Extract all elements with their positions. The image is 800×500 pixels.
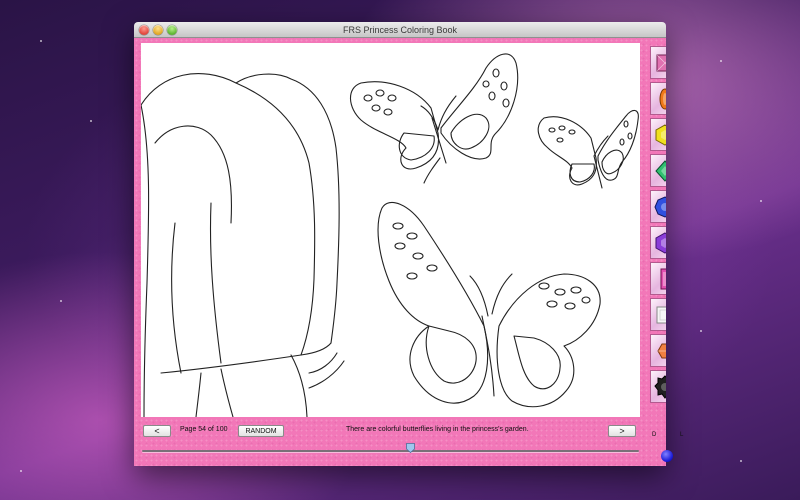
title-bar[interactable]: FRS Princess Coloring Book xyxy=(134,22,666,38)
page-slider-track[interactable] xyxy=(142,450,639,452)
color-swatch-purple[interactable] xyxy=(650,226,666,259)
peach-gem-icon xyxy=(657,343,666,358)
yellow-gem-icon xyxy=(655,123,666,146)
color-swatch-pink[interactable] xyxy=(650,46,666,79)
coloring-page-drawing[interactable] xyxy=(141,43,640,417)
color-swatch-peach[interactable] xyxy=(650,334,666,367)
page-slider-thumb[interactable] xyxy=(405,443,415,453)
color-swatch-magenta[interactable] xyxy=(650,262,666,295)
pink-gem-icon xyxy=(656,54,666,71)
color-swatch-orange[interactable] xyxy=(650,82,666,115)
magenta-gem-icon xyxy=(660,268,666,289)
next-page-button[interactable]: > xyxy=(608,425,636,437)
app-window: FRS Princess Coloring Book < Page 54 of … xyxy=(134,22,666,466)
blue-gem-icon xyxy=(654,195,666,218)
green-gem-icon xyxy=(655,159,666,182)
page-caption: There are colorful butterflies living in… xyxy=(346,426,529,433)
previous-page-button[interactable]: < xyxy=(143,425,171,437)
color-swatch-yellow[interactable] xyxy=(650,118,666,151)
white-gem-icon xyxy=(656,306,666,323)
light-toggle-label[interactable]: L xyxy=(680,432,683,438)
selected-color-indicator xyxy=(661,450,673,462)
black-gem-icon xyxy=(654,374,666,399)
window-title: FRS Princess Coloring Book xyxy=(342,25,458,35)
color-swatch-white[interactable] xyxy=(650,298,666,331)
color-swatch-black[interactable] xyxy=(650,370,666,403)
color-swatch-blue[interactable] xyxy=(650,190,666,223)
coloring-canvas[interactable] xyxy=(141,43,640,417)
dark-toggle-label[interactable]: D xyxy=(652,432,656,438)
orange-gem-icon xyxy=(659,88,666,109)
page-indicator: Page 54 of 100 xyxy=(180,426,228,433)
color-palette xyxy=(650,46,666,461)
random-page-button[interactable]: RANDOM xyxy=(238,425,284,437)
app-content: < Page 54 of 100 RANDOM There are colorf… xyxy=(134,38,666,466)
color-swatch-green[interactable] xyxy=(650,154,666,187)
purple-gem-icon xyxy=(655,231,666,254)
